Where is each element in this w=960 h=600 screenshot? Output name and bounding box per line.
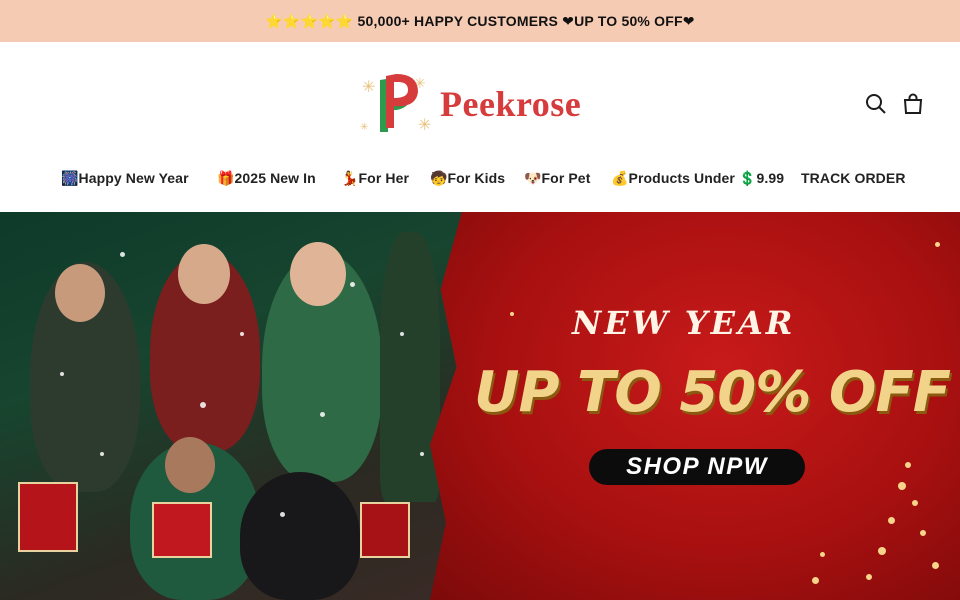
gift-box bbox=[18, 482, 78, 552]
model-figure bbox=[240, 472, 360, 600]
nav-item-2025-new-in[interactable]: 🎁2025 New In bbox=[217, 170, 316, 187]
search-icon bbox=[866, 94, 886, 114]
logo-p-icon: ✳ ✳ ✳ ✳ bbox=[360, 72, 436, 136]
nav-item-for-pet[interactable]: 🐶For Pet bbox=[524, 170, 590, 187]
announcement-bar: ⭐⭐⭐⭐⭐ 50,000+ HAPPY CUSTOMERS ❤UP TO 50%… bbox=[0, 0, 960, 42]
gift-box bbox=[360, 502, 410, 558]
hero-headline-large: UP TO 50% OFF bbox=[474, 360, 951, 425]
christmas-tree bbox=[380, 232, 440, 502]
hero-banner[interactable]: NEW YEAR UP TO 50% OFF SHOP NPW bbox=[0, 212, 960, 600]
brand-name: Peekrose bbox=[440, 84, 582, 124]
announcement-text: ⭐⭐⭐⭐⭐ 50,000+ HAPPY CUSTOMERS ❤UP TO 50%… bbox=[265, 12, 695, 29]
nav-item-products-under[interactable]: 💰Products Under 💲9.99 bbox=[611, 170, 784, 187]
nav-item-for-kids[interactable]: 🧒For Kids bbox=[430, 170, 505, 187]
svg-text:✳: ✳ bbox=[362, 77, 375, 96]
hero-headline-small: NEW YEAR bbox=[572, 304, 796, 342]
nav-item-for-her[interactable]: 💃For Her bbox=[341, 170, 409, 187]
nav-item-track-order[interactable]: TRACK ORDER bbox=[801, 170, 906, 186]
search-button[interactable] bbox=[864, 92, 888, 116]
shop-now-button[interactable]: SHOP NPW bbox=[589, 449, 805, 485]
model-face bbox=[178, 244, 230, 304]
brand-logo[interactable]: ✳ ✳ ✳ ✳ Peekrose bbox=[360, 72, 600, 136]
hero-photo bbox=[0, 212, 470, 600]
model-face bbox=[55, 264, 105, 322]
model-face bbox=[290, 242, 346, 306]
main-nav: 🎆Happy New Year 🎁2025 New In 💃For Her 🧒F… bbox=[0, 170, 960, 190]
svg-text:✳: ✳ bbox=[360, 122, 368, 133]
site-header: ✳ ✳ ✳ ✳ Peekrose 🎆Happy New Year 🎁2025 N bbox=[0, 42, 960, 212]
svg-text:✳: ✳ bbox=[418, 115, 431, 134]
cart-button[interactable] bbox=[901, 92, 925, 116]
nav-item-happy-new-year[interactable]: 🎆Happy New Year bbox=[61, 170, 189, 187]
gift-box bbox=[152, 502, 212, 558]
model-face bbox=[165, 437, 215, 493]
shopping-bag-icon bbox=[903, 93, 923, 114]
